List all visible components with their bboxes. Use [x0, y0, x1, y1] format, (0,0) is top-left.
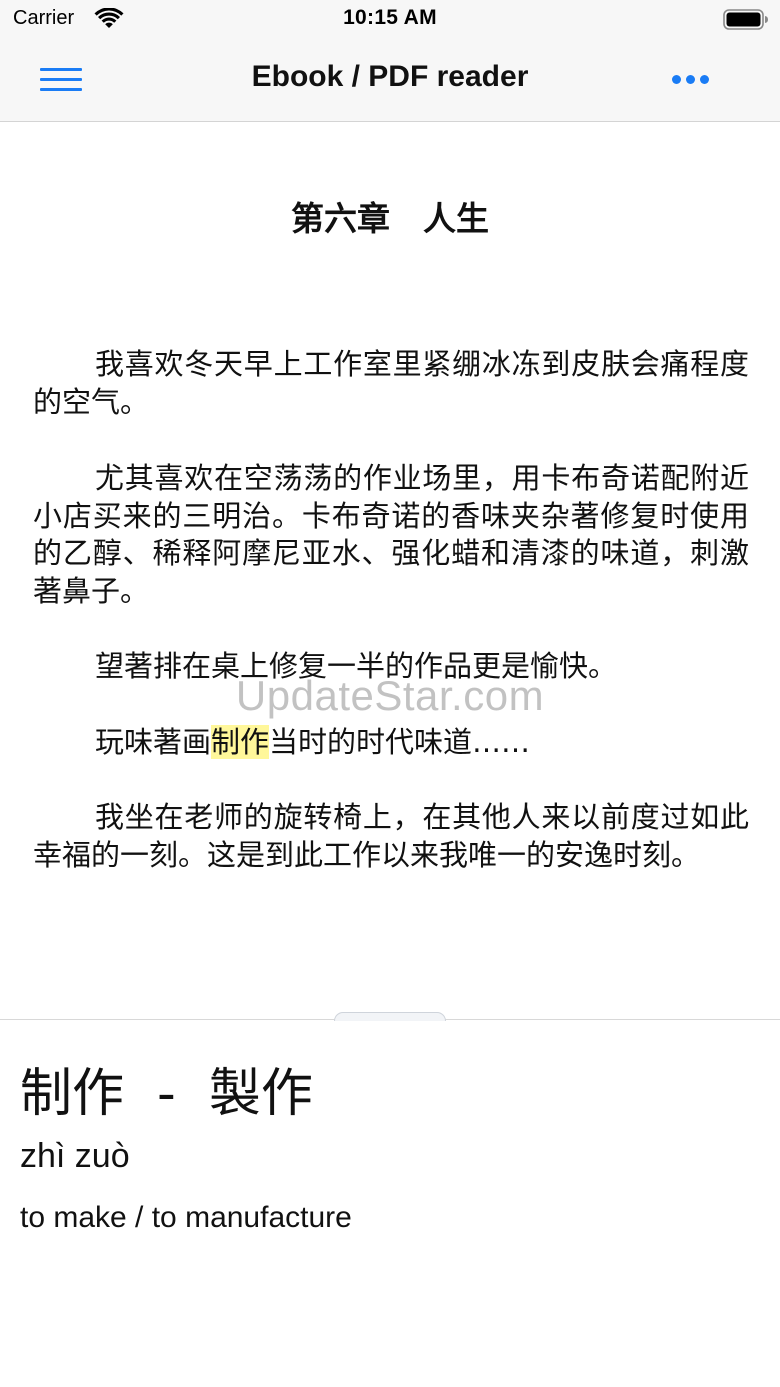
dictionary-pinyin: zhì zuò — [20, 1137, 130, 1175]
book-paragraph-1[interactable]: 我喜欢冬天早上工作室里紧绷冰冻到皮肤会痛程度的空气。 — [33, 346, 749, 421]
dictionary-definition: to make / to manufacture — [20, 1201, 352, 1234]
chapter-title: 第六章 人生 — [291, 199, 489, 238]
navigation-bar: Ebook / PDF reader — [0, 40, 780, 122]
book-paragraph-4[interactable]: 玩味著画制作当时的时代味道…… — [33, 724, 749, 762]
battery-icon — [723, 9, 769, 30]
dictionary-headword: 制作 - 製作 — [20, 1064, 313, 1124]
status-time: 10:15 AM — [343, 6, 437, 29]
book-paragraph-5[interactable]: 我坐在老师的旋转椅上，在其他人来以前度过如此幸福的一刻。这是到此工作以来我唯一的… — [33, 799, 749, 874]
dictionary-panel: 制作 - 製作 zhì zuò to make / to manufacture — [0, 1021, 780, 1387]
page-title: Ebook / PDF reader — [251, 60, 529, 93]
more-ellipsis-icon[interactable] — [668, 72, 714, 88]
paragraph-text-after[interactable]: 当时的时代味道…… — [269, 725, 530, 759]
highlighted-word[interactable]: 制作 — [211, 725, 270, 759]
book-paragraph-3[interactable]: 望著排在桌上修复一半的作品更是愉快。 — [33, 648, 749, 686]
book-paragraph-2[interactable]: 尤其喜欢在空荡荡的作业场里，用卡布奇诺配附近小店买来的三明治。卡布奇诺的香味夹杂… — [33, 460, 749, 610]
reader-content[interactable]: 第六章 人生 我喜欢冬天早上工作室里紧绷冰冻到皮肤会痛程度的空气。 尤其喜欢在空… — [0, 122, 780, 1019]
paragraph-text-before[interactable]: 玩味著画 — [95, 725, 211, 759]
status-bar: Carrier 10:15 AM — [0, 0, 780, 40]
